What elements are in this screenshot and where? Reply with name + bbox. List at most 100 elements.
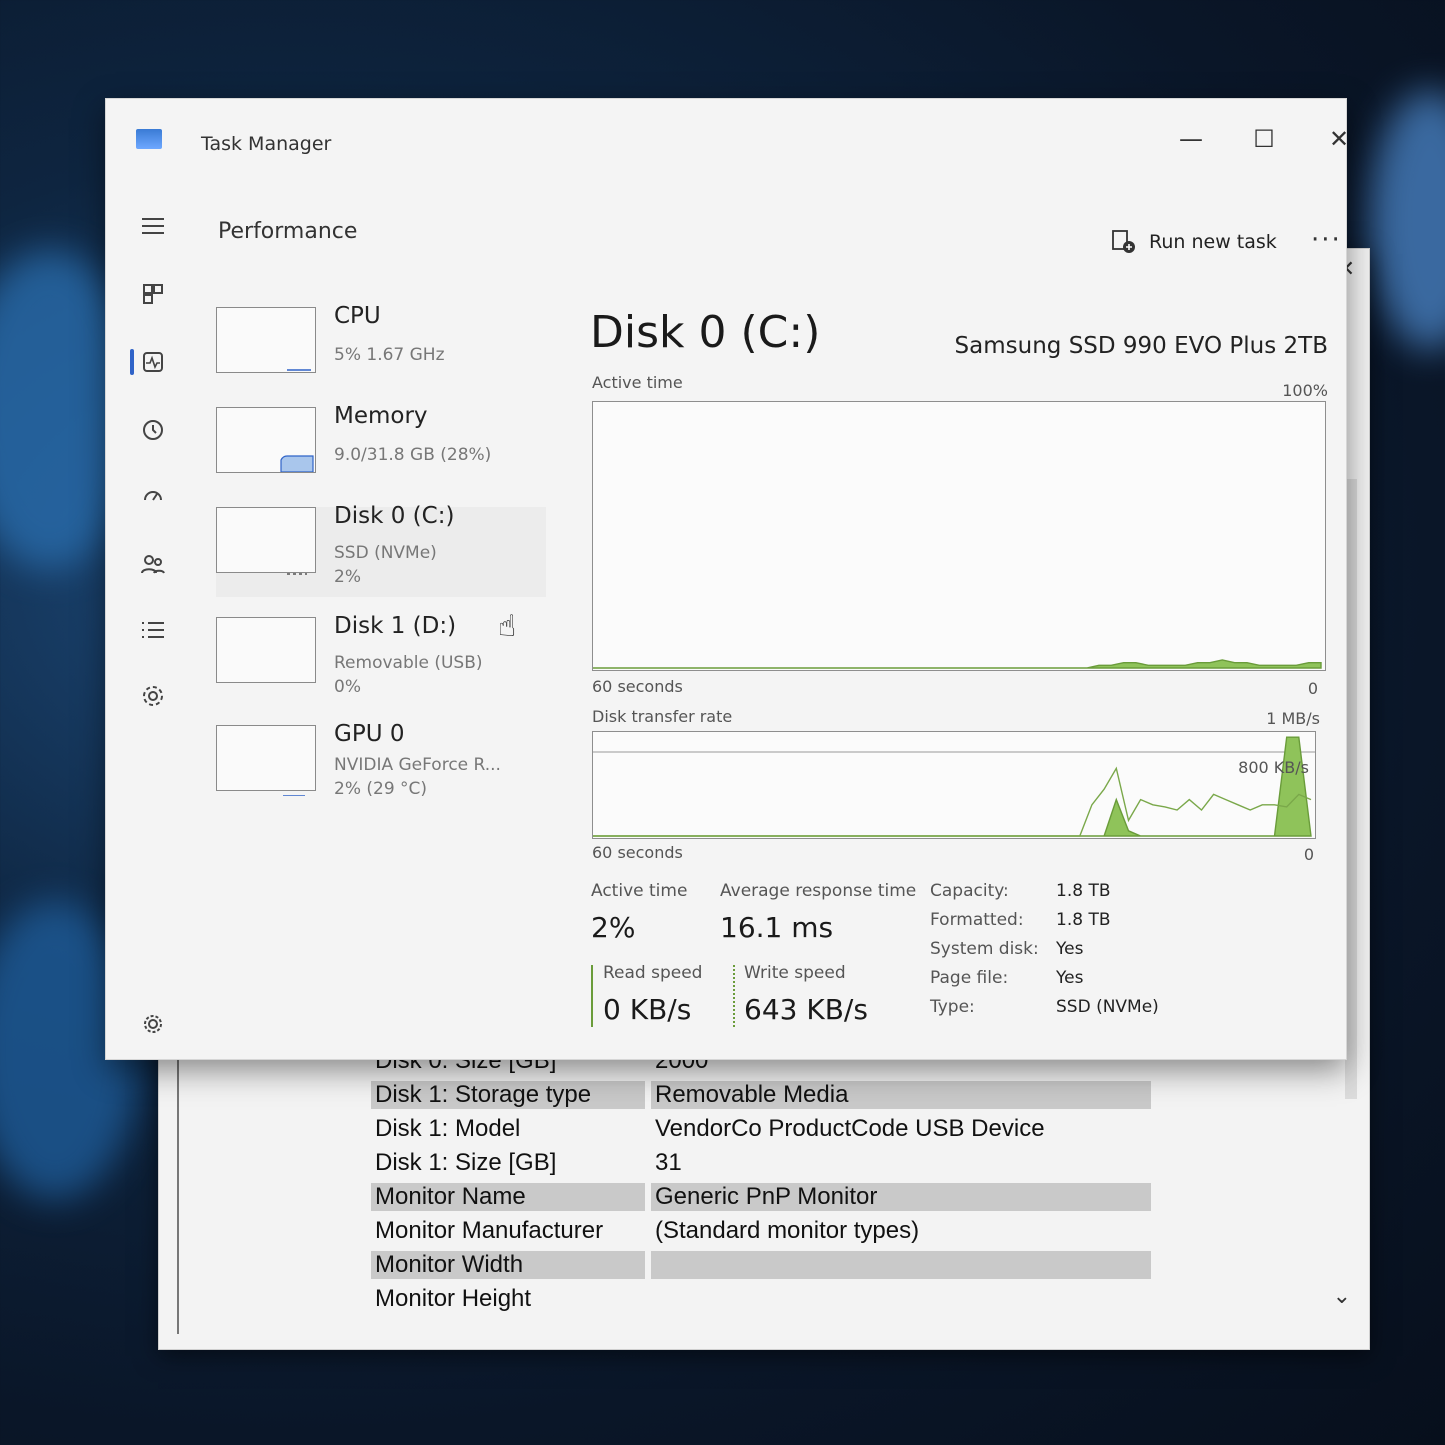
transfer-rate-series bbox=[593, 766, 1312, 837]
write-speed-value: 643 KB/s bbox=[744, 993, 868, 1026]
table-row: Monitor Manufacturer (Standard monitor ty… bbox=[371, 1214, 1151, 1248]
row-value: VendorCo ProductCode USB Device bbox=[655, 1115, 1045, 1142]
active-time-value: 2% bbox=[591, 911, 636, 944]
device-usage: 0% bbox=[334, 677, 361, 697]
device-memory[interactable]: Memory 9.0/31.8 GB (28%) bbox=[216, 403, 546, 497]
hamburger-menu-icon[interactable] bbox=[136, 209, 170, 243]
device-cpu[interactable]: CPU 5% 1.67 GHz bbox=[216, 303, 546, 397]
read-speed-label: Read speed bbox=[603, 963, 703, 983]
transfer-rate-x-label: 60 seconds bbox=[592, 843, 683, 862]
device-detail: Removable (USB) bbox=[334, 653, 483, 673]
property-label: Type: bbox=[930, 997, 975, 1017]
transfer-rate-graph-label: Disk transfer rate bbox=[592, 707, 733, 726]
table-row: Disk 1: Storage type Removable Media bbox=[371, 1078, 1151, 1112]
transfer-rate-graph: 800 KB/s bbox=[592, 731, 1316, 839]
task-manager-icon bbox=[136, 129, 162, 149]
row-key: Monitor Manufacturer bbox=[375, 1217, 604, 1244]
active-time-max-label: 100% bbox=[1282, 381, 1328, 400]
active-time-x-label: 60 seconds bbox=[592, 677, 683, 696]
run-new-task-button[interactable]: Run new task bbox=[1111, 229, 1277, 255]
property-label: Page file: bbox=[930, 968, 1009, 988]
transfer-rate-min-label: 0 bbox=[1303, 845, 1314, 864]
minimize-button[interactable]: — bbox=[1171, 125, 1211, 153]
sidebar bbox=[124, 209, 184, 1039]
property-label: Formatted: bbox=[930, 910, 1024, 930]
table-row: Monitor Height bbox=[371, 1282, 1151, 1316]
performance-icon[interactable] bbox=[130, 345, 170, 379]
startup-apps-icon[interactable] bbox=[136, 479, 170, 513]
active-time-min-label: 0 bbox=[1307, 679, 1318, 698]
row-key: Monitor Width bbox=[371, 1251, 645, 1279]
device-detail: SSD (NVMe) bbox=[334, 543, 437, 563]
avg-response-label: Average response time bbox=[720, 881, 917, 901]
users-icon[interactable] bbox=[136, 547, 170, 581]
device-gpu-0[interactable]: GPU 0 NVIDIA GeForce R... 2% (29 °C) bbox=[216, 721, 546, 815]
disk0-thumbnail bbox=[216, 507, 316, 575]
page-title: Performance bbox=[218, 219, 358, 244]
disk-model: Samsung SSD 990 EVO Plus 2TB bbox=[954, 333, 1328, 359]
window-title: Task Manager bbox=[201, 133, 332, 155]
table-row: Disk 1: Model VendorCo ProductCode USB De… bbox=[371, 1112, 1151, 1146]
services-icon[interactable] bbox=[136, 679, 170, 713]
divider bbox=[177, 1059, 179, 1334]
device-disk-0[interactable]: Disk 0 (C:) SSD (NVMe) 2% bbox=[216, 503, 546, 597]
write-speed-label: Write speed bbox=[744, 963, 846, 983]
hand-cursor-icon: ☝ bbox=[498, 609, 517, 644]
cpu-thumbnail bbox=[216, 307, 316, 373]
row-value bbox=[651, 1285, 1151, 1313]
title-bar: Task Manager — ☐ ✕ bbox=[106, 99, 1349, 189]
row-key: Monitor Name bbox=[371, 1183, 645, 1211]
row-value: (Standard monitor types) bbox=[655, 1217, 920, 1244]
task-manager-window: Task Manager — ☐ ✕ Performance Run new t… bbox=[105, 98, 1349, 1060]
property-value: 1.8 TB bbox=[1056, 881, 1111, 901]
active-time-graph bbox=[592, 401, 1326, 671]
more-options-icon[interactable]: ··· bbox=[1311, 225, 1342, 255]
row-key: Disk 1: Storage type bbox=[371, 1081, 645, 1109]
processes-icon[interactable] bbox=[136, 277, 170, 311]
read-speed-value: 0 KB/s bbox=[603, 993, 692, 1026]
property-value: 1.8 TB bbox=[1056, 910, 1111, 930]
row-value: Removable Media bbox=[651, 1081, 1151, 1109]
chevron-down-icon[interactable]: ⌄ bbox=[1333, 1284, 1351, 1309]
run-new-task-label: Run new task bbox=[1149, 231, 1277, 253]
table-row: Monitor Name Generic PnP Monitor bbox=[371, 1180, 1151, 1214]
read-speed-indicator bbox=[591, 965, 593, 1027]
row-value: 31 bbox=[655, 1149, 682, 1176]
row-value bbox=[651, 1251, 1151, 1279]
transfer-rate-max-label: 1 MB/s bbox=[1266, 709, 1320, 728]
info-table: Disk 0: Size [GB] 2000 Disk 1: Storage typ… bbox=[371, 1044, 1151, 1316]
row-value: Generic PnP Monitor bbox=[651, 1183, 1151, 1211]
device-name: Disk 1 (D:) bbox=[334, 613, 457, 639]
active-indicator bbox=[130, 349, 134, 375]
table-row: Disk 1: Size [GB] 31 bbox=[371, 1146, 1151, 1180]
device-detail: 9.0/31.8 GB (28%) bbox=[334, 445, 492, 465]
app-history-icon[interactable] bbox=[136, 413, 170, 447]
active-time-graph-label: Active time bbox=[592, 373, 683, 392]
disk-title: Disk 0 (C:) bbox=[590, 307, 821, 358]
row-key: Disk 1: Model bbox=[375, 1115, 521, 1142]
close-button[interactable]: ✕ bbox=[1319, 125, 1359, 153]
memory-thumbnail bbox=[216, 407, 316, 473]
gpu-thumbnail bbox=[216, 725, 316, 797]
device-detail: NVIDIA GeForce R... bbox=[334, 755, 501, 775]
row-key: Disk 1: Size [GB] bbox=[375, 1149, 557, 1176]
device-name: GPU 0 bbox=[334, 721, 405, 747]
table-row: Monitor Width bbox=[371, 1248, 1151, 1282]
active-time-series bbox=[593, 659, 1322, 669]
active-time-label: Active time bbox=[591, 881, 688, 901]
device-usage: 2% (29 °C) bbox=[334, 779, 428, 799]
maximize-button[interactable]: ☐ bbox=[1244, 125, 1284, 153]
write-speed-indicator bbox=[733, 965, 735, 1027]
property-value: Yes bbox=[1056, 968, 1084, 988]
transfer-rate-mid-label: 800 KB/s bbox=[1238, 758, 1309, 777]
property-label: System disk: bbox=[930, 939, 1039, 959]
device-usage: 2% bbox=[334, 567, 361, 587]
settings-gear-icon[interactable] bbox=[136, 1007, 170, 1041]
property-value: Yes bbox=[1056, 939, 1084, 959]
device-name: Memory bbox=[334, 403, 428, 429]
device-name: Disk 0 (C:) bbox=[334, 503, 455, 529]
device-disk-1[interactable]: Disk 1 (D:) Removable (USB) 0% bbox=[216, 613, 546, 707]
property-value: SSD (NVMe) bbox=[1056, 997, 1159, 1017]
run-task-icon bbox=[1112, 230, 1135, 253]
details-icon[interactable] bbox=[136, 613, 170, 647]
